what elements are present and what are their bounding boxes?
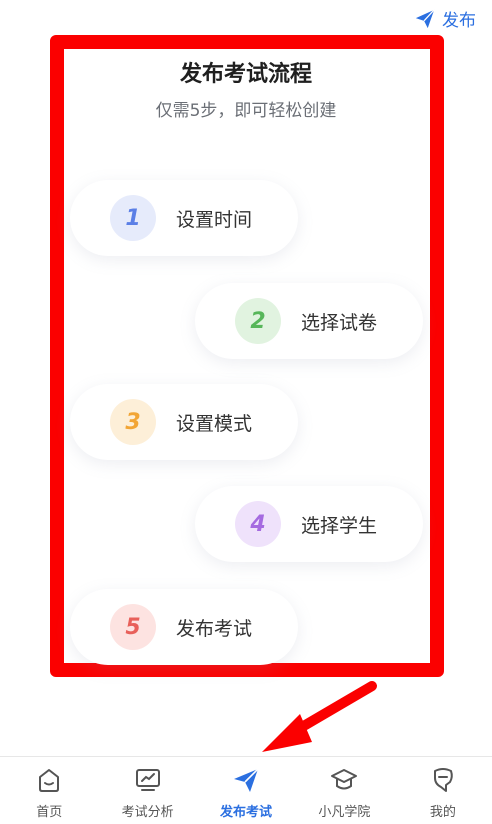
step-number-badge: 2 — [235, 298, 281, 344]
step-item-5[interactable]: 5 发布考试 — [70, 589, 298, 665]
tab-label: 我的 — [429, 805, 456, 820]
tab-academy[interactable]: 小凡学院 — [295, 757, 393, 824]
step-number-badge: 3 — [110, 399, 156, 445]
step-number-badge: 1 — [110, 195, 156, 241]
tab-label: 考试分析 — [121, 805, 174, 820]
step-label: 选择学生 — [301, 514, 378, 537]
step-number-badge: 5 — [110, 604, 156, 650]
step-number-badge: 4 — [235, 501, 281, 547]
tab-profile[interactable]: 我的 — [394, 757, 492, 824]
tab-label: 首页 — [36, 805, 63, 820]
tab-label: 发布考试 — [220, 805, 273, 820]
tab-publish-exam[interactable]: 发布考试 — [197, 757, 295, 824]
tab-home[interactable]: 首页 — [0, 757, 98, 824]
page-title: 发布考试流程 — [179, 62, 312, 87]
profile-icon — [433, 768, 453, 792]
step-label: 设置时间 — [176, 208, 253, 231]
step-item-4[interactable]: 4 选择学生 — [195, 486, 423, 562]
step-item-2[interactable]: 2 选择试卷 — [195, 283, 423, 359]
step-item-3[interactable]: 3 设置模式 — [70, 384, 298, 460]
step-label: 发布考试 — [176, 617, 253, 640]
bottom-tab-bar: 首页 考试分析 发布考试 小凡学院 我的 — [0, 756, 492, 824]
step-item-1[interactable]: 1 设置时间 — [70, 180, 298, 256]
step-label: 选择试卷 — [301, 311, 378, 334]
top-publish-button[interactable]: 发布 — [414, 6, 476, 31]
home-icon — [39, 769, 60, 792]
tab-exam-analysis[interactable]: 考试分析 — [98, 757, 196, 824]
step-label: 设置模式 — [176, 412, 253, 435]
analytics-icon — [135, 769, 160, 791]
paper-plane-icon — [234, 768, 259, 792]
top-publish-label: 发布 — [442, 11, 476, 31]
paper-plane-icon — [415, 8, 435, 28]
tab-label: 小凡学院 — [318, 805, 371, 820]
publish-exam-page: 发布 发布考试流程 仅需5步，即可轻松创建 1 设置时间 2 选择试卷 3 设置… — [0, 0, 492, 824]
graduation-cap-icon — [331, 769, 358, 790]
page-subtitle: 仅需5步，即可轻松创建 — [155, 101, 337, 121]
